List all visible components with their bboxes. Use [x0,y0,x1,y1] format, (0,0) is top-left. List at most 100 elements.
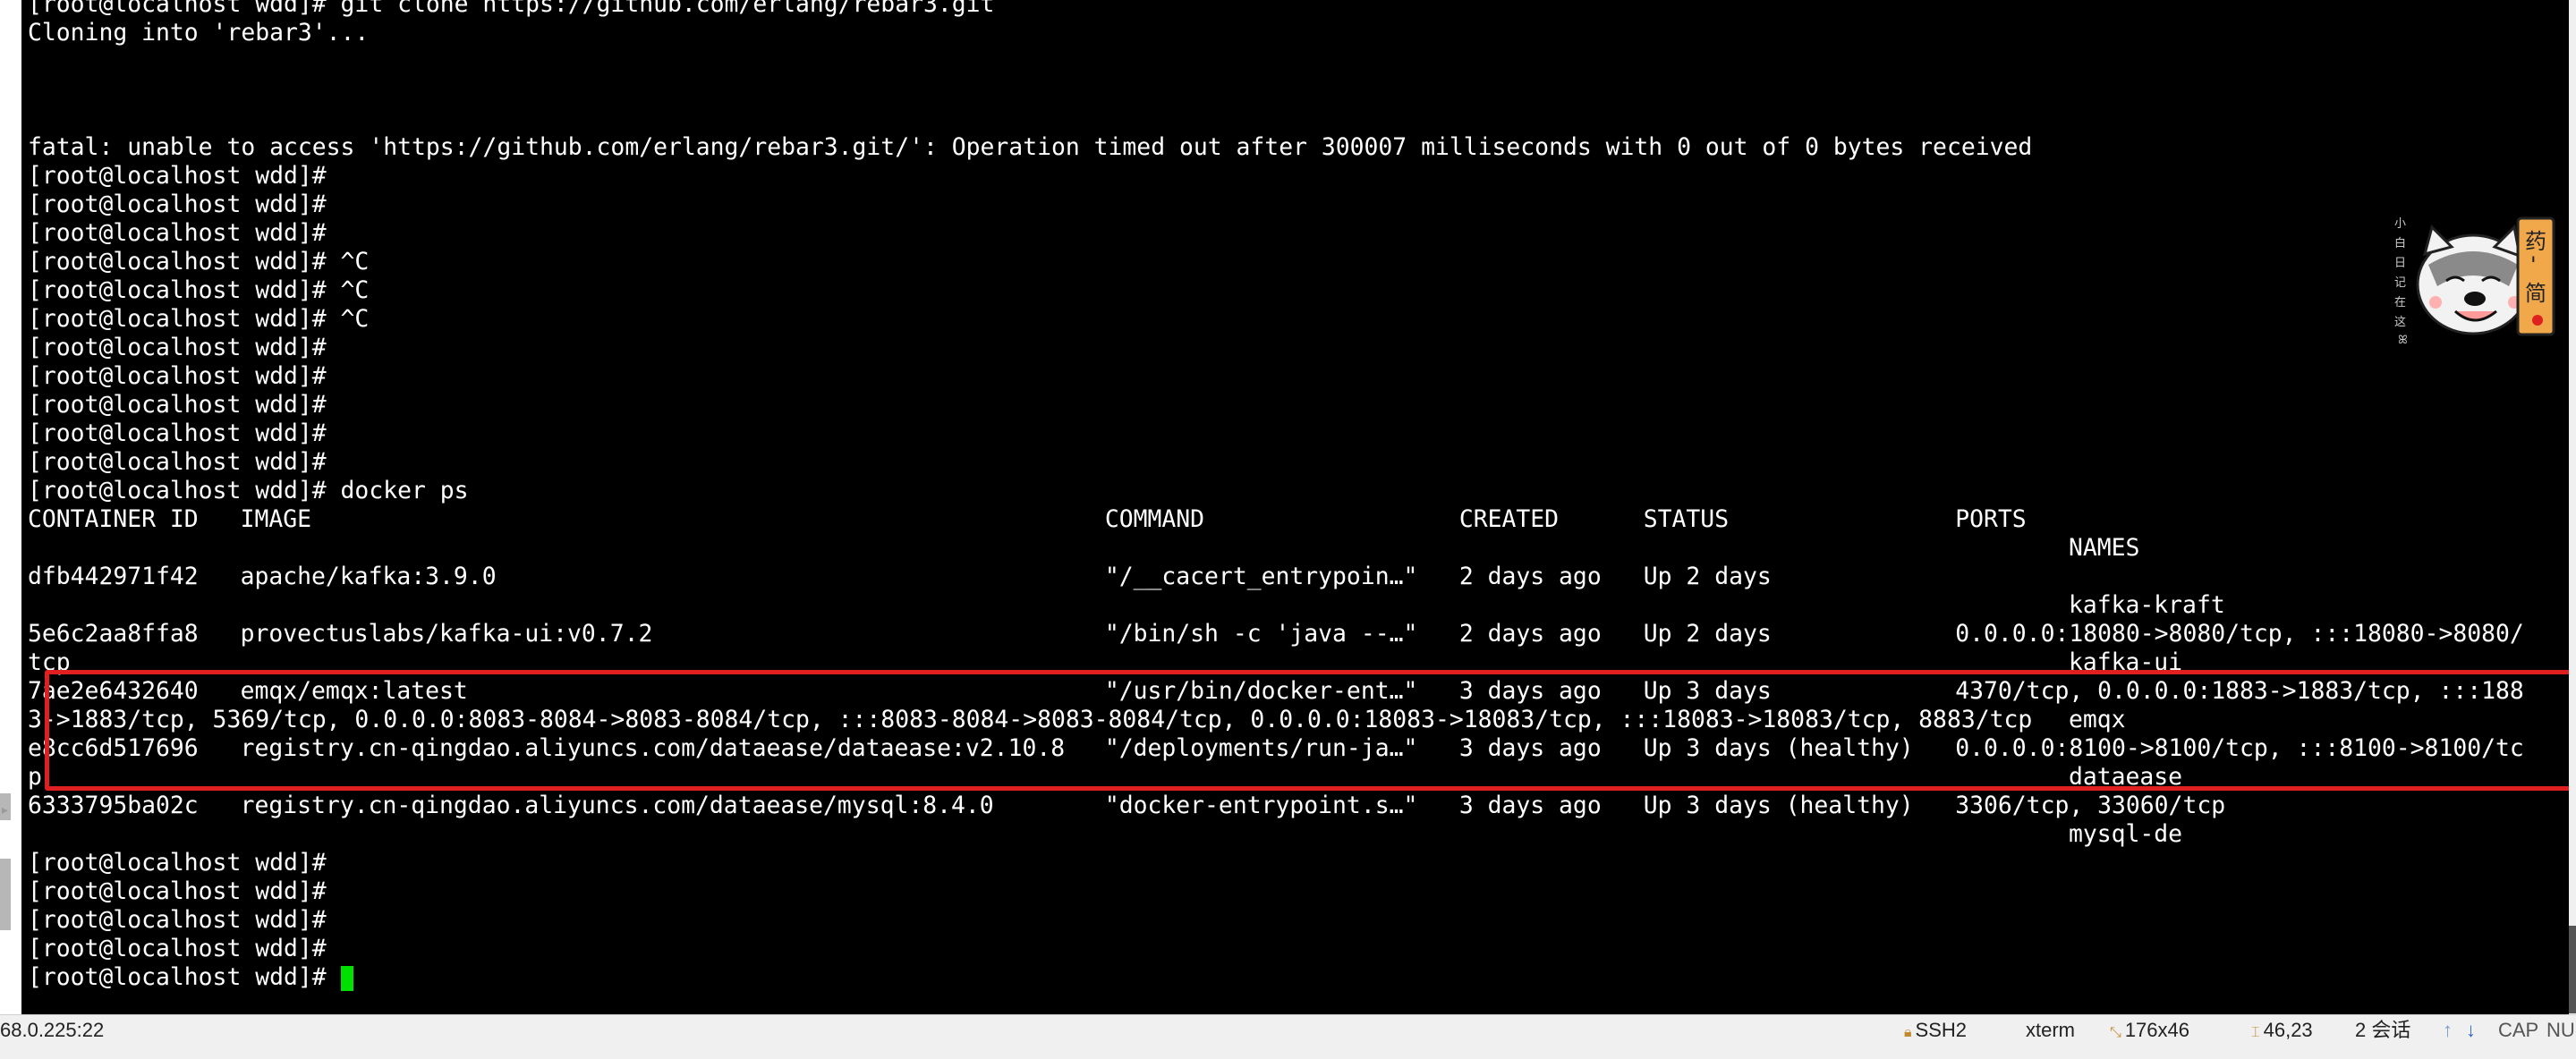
terminal-line: [root@localhost wdd]# [28,849,327,877]
docker-ps-row: e8cc6d517696 registry.cn-qingdao.aliyuncs… [28,734,2569,763]
lock-icon: 🔒︎ [1904,1025,1912,1040]
terminal-line: [root@localhost wdd]# [28,219,327,247]
terminal-line: [root@localhost wdd]# [28,877,327,905]
terminal-line: [root@localhost wdd]# ^C [28,305,370,333]
docker-ps-row-wrap: tcp kafka-ui [28,648,2569,677]
cell-container-id: e8cc6d517696 [28,734,199,762]
status-bar: 68.0.225:22 🔒︎ SSH2 xterm ⤡ 176x46 ⌶ 46,23 … [0,1014,2576,1059]
cell-status: Up 2 days [1643,563,1772,590]
cell-image: provectuslabs/kafka-ui:v0.7.2 [240,620,653,648]
terminal-line: [root@localhost wdd]# git clone https://… [28,0,995,18]
cell-ports: 0.0.0.0:8100->8100/tcp, :::8100->8100/tc [1955,734,2524,762]
cell-command: "/__cacert_entrypoin…" [1104,563,1418,590]
status-cursor-label: 46,23 [2263,1019,2313,1041]
header-names: NAMES [2068,534,2140,562]
terminal-line: [root@localhost wdd]# [28,191,327,218]
arrow-up-icon[interactable]: ↑ [2443,1015,2453,1059]
terminal-line: [root@localhost wdd]# [28,362,327,390]
cell-status: Up 3 days (healthy) [1643,792,1914,819]
cell-container-id: 6333795ba02c [28,792,199,819]
terminal-output: [root@localhost wdd]# git clone https://… [28,0,2569,992]
gutter-arrow-icon[interactable]: ▸ [0,801,10,819]
cell-image: emqx/emqx:latest [240,677,468,705]
header-command: COMMAND [1104,505,1205,533]
svg-text:药: 药 [2525,229,2546,254]
scrollbar-thumb[interactable] [2569,926,2576,1013]
cell-command: "/deployments/run-ja…" [1104,734,1418,762]
cursor-icon: ⌶ [2251,1025,2260,1040]
svg-text:在: 在 [2394,296,2406,309]
docker-ps-header-names: NAMES [28,534,2569,563]
cell-created: 3 days ago [1458,734,1602,762]
status-size-label: 176x46 [2124,1019,2189,1041]
status-num: NU [2546,1019,2575,1041]
cell-container-id: dfb442971f42 [28,563,199,590]
terminal-line: Cloning into 'rebar3'... [28,19,370,47]
cell-status: Up 2 days [1643,620,1772,648]
cell-name: mysql-de [2068,820,2183,848]
terminal-line: fatal: unable to access 'https://github.… [28,133,2033,161]
husky-dog-sticker-icon: 小白日 记在这 ꕤ 药' 简 [2394,216,2555,347]
status-size: ⤡ 176x46 [2110,1015,2189,1059]
terminal-line: [root@localhost wdd]# [28,963,2569,992]
gutter-marker [0,859,11,930]
cell-created: 3 days ago [1458,792,1602,819]
cell-ports: 0.0.0.0:18080->8080/tcp, :::18080->8080/ [1955,620,2524,648]
prompt: [root@localhost wdd]# [28,963,341,991]
cell-command: "/bin/sh -c 'java --…" [1104,620,1418,648]
header-ports: PORTS [1955,505,2027,533]
status-protocol: 🔒︎ SSH2 [1904,1015,1967,1059]
cell-created: 2 days ago [1458,620,1602,648]
svg-text:简: 简 [2525,281,2546,306]
docker-ps-row: 7ae2e6432640 emqx/emqx:latest "/usr/bin/do… [28,677,2569,706]
cell-status: Up 3 days (healthy) [1643,734,1914,762]
status-cursor-pos: ⌶ 46,23 [2251,1015,2313,1059]
vertical-scrollbar[interactable] [2569,0,2576,1014]
docker-ps-row-wrap: p dataease [28,763,2569,792]
svg-text:日: 日 [2394,257,2406,270]
header-image: IMAGE [240,505,312,533]
svg-text:记: 记 [2394,276,2406,290]
svg-text:小: 小 [2394,217,2406,231]
svg-text:': ' [2530,252,2537,277]
svg-text:这: 这 [2394,315,2406,329]
docker-ps-row-wrap: mysql-de [28,820,2569,849]
svg-text:白: 白 [2394,236,2406,250]
cell-name: kafka-kraft [2068,591,2225,619]
terminal-cursor[interactable] [340,965,353,991]
terminal-line: [root@localhost wdd]# [28,448,327,476]
docker-ps-row: 5e6c2aa8ffa8 provectuslabs/kafka-ui:v0.7.… [28,620,2569,648]
status-term-type: xterm [2026,1019,2075,1041]
cell-status: Up 3 days [1643,677,1772,705]
status-sessions: 2 会话 [2355,1019,2411,1041]
cell-container-id: 5e6c2aa8ffa8 [28,620,199,648]
left-gutter: ▸ [0,0,21,1014]
terminal-app-window: ▸ [root@localhost wdd]# git clone https:… [0,0,2576,1059]
terminal-line: [root@localhost wdd]# [28,334,327,361]
header-status: STATUS [1643,505,1730,533]
terminal-screen[interactable]: [root@localhost wdd]# git clone https://… [21,0,2569,1014]
terminal-line: [root@localhost wdd]# [28,391,327,419]
terminal-line: [root@localhost wdd]# docker ps [28,477,469,504]
terminal-line: [root@localhost wdd]# [28,935,327,962]
cell-container-id: 7ae2e6432640 [28,677,199,705]
docker-ps-row: dfb442971f42 apache/kafka:3.9.0 "/__cacert… [28,563,2569,591]
header-container-id: CONTAINER ID [28,505,199,533]
status-host: 68.0.225:22 [0,1019,105,1041]
cell-name: dataease [2068,763,2183,791]
cell-command: "/usr/bin/docker-ent…" [1104,677,1418,705]
status-caps: CAP [2498,1019,2539,1041]
cell-ports-continued: p [28,763,42,791]
terminal-line: [root@localhost wdd]# [28,419,327,447]
cell-ports-continued: tcp [28,648,71,676]
cell-image: registry.cn-qingdao.aliyuncs.com/dataeas… [240,792,994,819]
cell-created: 3 days ago [1458,677,1602,705]
terminal-line: [root@localhost wdd]# ^C [28,248,370,275]
arrow-down-icon[interactable]: ↓ [2466,1015,2476,1059]
cell-image: registry.cn-qingdao.aliyuncs.com/dataeas… [240,734,1066,762]
cell-command: "docker-entrypoint.s…" [1104,792,1418,819]
cell-image: apache/kafka:3.9.0 [240,563,497,590]
